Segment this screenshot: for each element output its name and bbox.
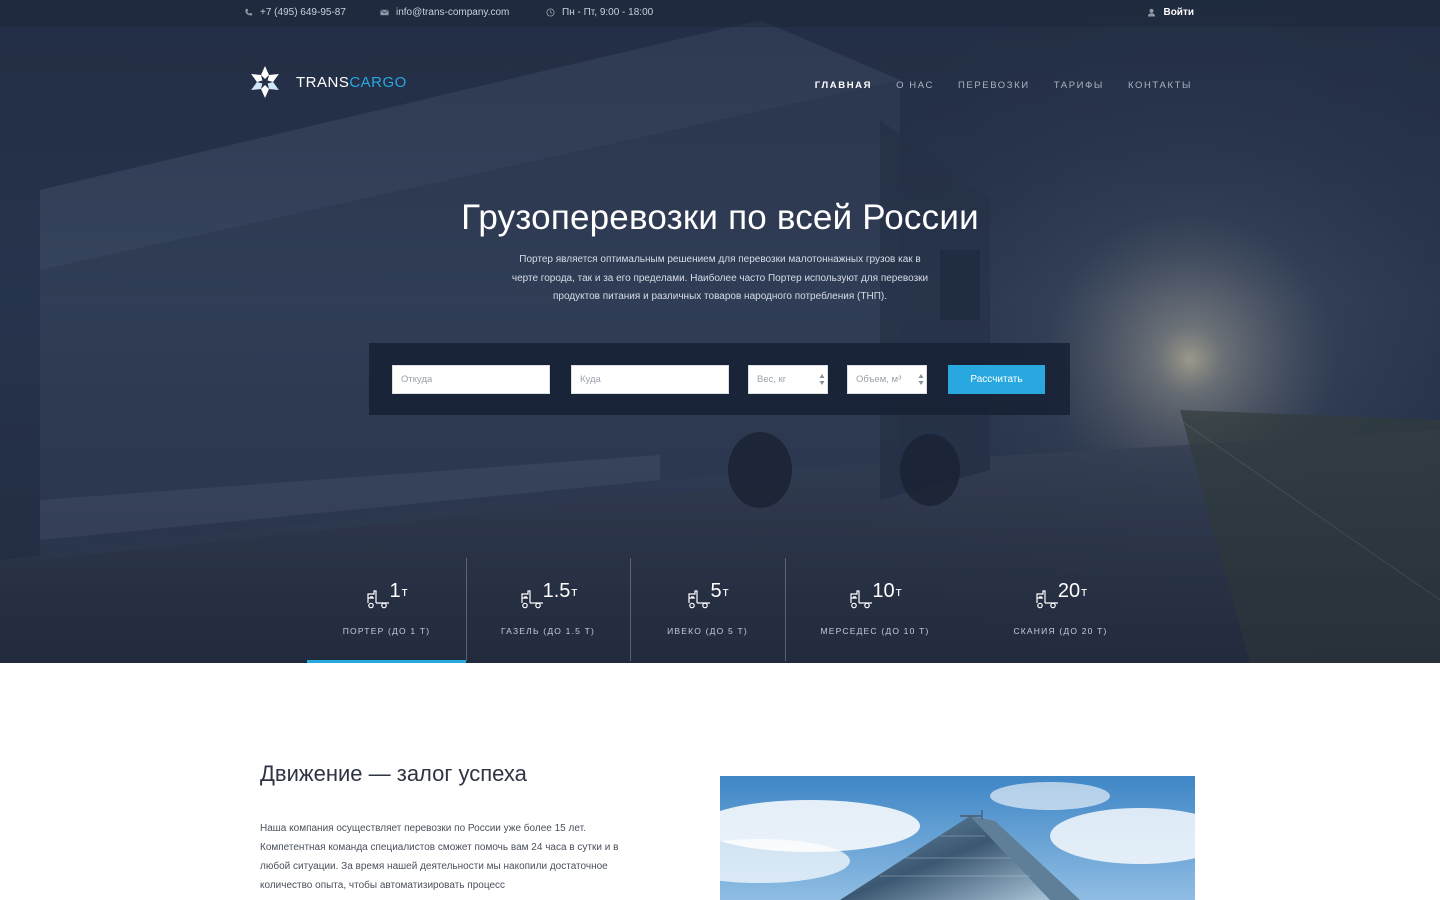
tab-label: СКАНИЯ (ДО 20 Т): [1013, 626, 1108, 636]
truck-icon: [850, 590, 873, 609]
shipping-calculator: Рассчитать: [369, 343, 1070, 415]
tab-tonnage-1-5[interactable]: 1.5 т ГАЗЕЛЬ (ДО 1.5 Т): [466, 558, 630, 663]
brand-name-part2: CARGO: [349, 73, 407, 91]
volume-field-wrap: [847, 365, 927, 394]
office-building-image: [720, 776, 1195, 900]
tab-label: ИВЕКО (ДО 5 Т): [667, 626, 748, 636]
tonnage-value: 1.5: [542, 580, 571, 602]
nav-item-about[interactable]: О НАС: [896, 80, 934, 91]
weight-input[interactable]: [748, 365, 828, 394]
nav-item-home[interactable]: ГЛАВНАЯ: [815, 80, 872, 91]
tab-label: ПОРТЕР (ДО 1 Т): [342, 626, 431, 636]
tonnage-unit: т: [722, 584, 729, 599]
topbar-hours: Пн - Пт, 9:00 - 18:00: [546, 7, 653, 18]
brand-name: TRANSCARGO: [296, 74, 407, 91]
spinner-icon[interactable]: [819, 373, 825, 386]
about-title: Движение — залог успеха: [260, 761, 527, 786]
topbar-phone[interactable]: +7 (495) 649-95-87: [244, 7, 346, 18]
user-icon: [1148, 8, 1156, 17]
brand-name-part1: TRANS: [296, 73, 350, 91]
tab-tonnage-1[interactable]: 1т ПОРТЕР (ДО 1 Т): [307, 558, 466, 663]
truck-icon: [1036, 590, 1058, 609]
hero-title: Грузоперевозки по всей России: [461, 198, 979, 237]
truck-icon: [688, 590, 711, 609]
brand-logo[interactable]: TRANSCARGO: [246, 64, 407, 100]
working-hours: Пн - Пт, 9:00 - 18:00: [562, 7, 654, 18]
weight-field-wrap: [748, 365, 828, 394]
tab-weight: 10 т: [785, 580, 965, 610]
tonnage-unit: т: [1081, 584, 1088, 599]
truck-icon: [521, 590, 543, 609]
mail-icon: [380, 9, 389, 16]
nav-item-shipping[interactable]: ПЕРЕВОЗКИ: [958, 80, 1030, 91]
flower-logo-icon: [251, 66, 279, 98]
truck-icon: [367, 590, 390, 609]
tab-label: МЕРСЕДЕС (ДО 10 Т): [820, 626, 930, 636]
nav-item-rates[interactable]: ТАРИФЫ: [1054, 80, 1104, 91]
tab-weight: 1.5 т: [466, 580, 630, 610]
tab-tonnage-10[interactable]: 10 т МЕРСЕДЕС (ДО 10 Т): [785, 558, 965, 663]
to-input[interactable]: [571, 365, 729, 394]
tonnage-tabs: 1т ПОРТЕР (ДО 1 Т) 1.5 т ГАЗЕЛЬ (ДО 1.5 Т…: [307, 558, 1156, 663]
tonnage-value: 20: [1057, 580, 1081, 602]
clock-icon: [546, 8, 555, 17]
email-address: info@trans-company.com: [396, 7, 510, 18]
active-tab-indicator: [307, 660, 466, 663]
tab-tonnage-5[interactable]: 5т ИВЕКО (ДО 5 Т): [630, 558, 785, 663]
tonnage-unit: т: [401, 584, 408, 599]
hero-section: +7 (495) 649-95-87 info@trans-company.co…: [0, 0, 1440, 663]
tab-weight: 1т: [307, 580, 466, 610]
tonnage-value: 10: [872, 580, 895, 602]
volume-input[interactable]: [847, 365, 927, 394]
nav-item-contacts[interactable]: КОНТАКТЫ: [1128, 80, 1192, 91]
tab-weight: 5т: [630, 580, 785, 610]
tonnage-value: 1: [389, 580, 401, 602]
phone-number: +7 (495) 649-95-87: [260, 7, 346, 18]
tab-weight: 20 т: [965, 580, 1156, 610]
topbar-email[interactable]: info@trans-company.com: [380, 7, 509, 18]
from-input[interactable]: [392, 365, 550, 394]
calculate-button[interactable]: Рассчитать: [948, 365, 1045, 394]
about-text: Наша компания осуществляет перевозки по …: [260, 823, 619, 891]
login-label: Войти: [1163, 7, 1194, 18]
tonnage-unit: т: [895, 584, 902, 599]
spinner-icon[interactable]: [918, 373, 924, 386]
top-bar: +7 (495) 649-95-87 info@trans-company.co…: [0, 0, 1440, 27]
main-nav: ГЛАВНАЯ О НАС ПЕРЕВОЗКИ ТАРИФЫ КОНТАКТЫ: [815, 80, 1192, 91]
tab-label: ГАЗЕЛЬ (ДО 1.5 Т): [500, 626, 596, 636]
tab-tonnage-20[interactable]: 20 т СКАНИЯ (ДО 20 Т): [965, 558, 1156, 663]
phone-icon: [245, 8, 253, 16]
hero-subtitle: Портер является оптимальным решением для…: [511, 254, 929, 302]
tonnage-unit: т: [571, 584, 578, 599]
login-link[interactable]: Войти: [1147, 7, 1194, 18]
tonnage-value: 5: [710, 580, 722, 602]
